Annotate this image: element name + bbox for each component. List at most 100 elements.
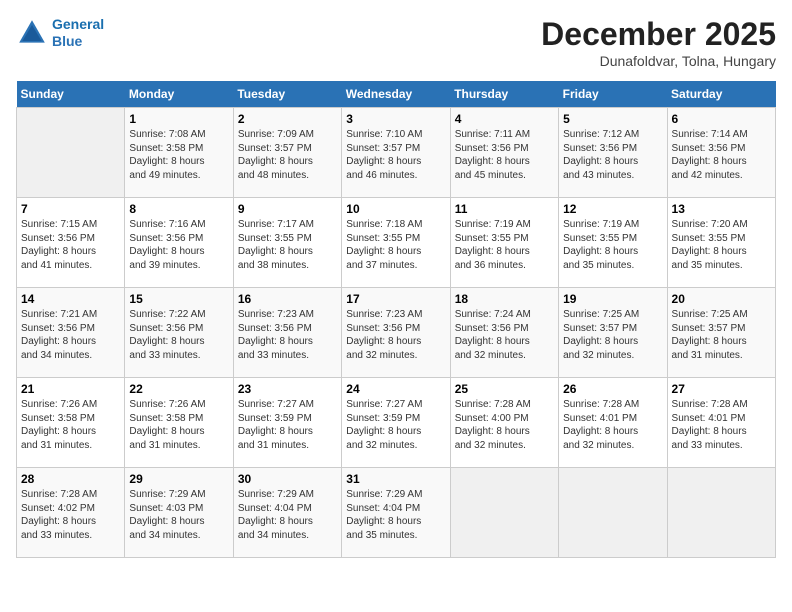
day-number: 27 [672,382,771,396]
day-info: Sunrise: 7:27 AMSunset: 3:59 PMDaylight:… [238,398,337,452]
calendar-cell: 7 Sunrise: 7:15 AMSunset: 3:56 PMDaylight… [17,198,125,288]
logo-line2: Blue [52,33,104,50]
calendar-cell [450,468,558,558]
day-info: Sunrise: 7:21 AMSunset: 3:56 PMDaylight:… [21,308,120,362]
logo-icon [16,17,48,49]
day-number: 19 [563,292,662,306]
calendar-cell [667,468,775,558]
calendar-cell: 20 Sunrise: 7:25 AMSunset: 3:57 PMDayligh… [667,288,775,378]
page-header: General Blue December 2025 Dunafoldvar, … [16,16,776,69]
calendar-week-row: 7 Sunrise: 7:15 AMSunset: 3:56 PMDaylight… [17,198,776,288]
calendar-cell: 9 Sunrise: 7:17 AMSunset: 3:55 PMDaylight… [233,198,341,288]
day-info: Sunrise: 7:12 AMSunset: 3:56 PMDaylight:… [563,128,662,182]
day-of-week-header: Sunday [17,81,125,108]
day-number: 23 [238,382,337,396]
day-info: Sunrise: 7:28 AMSunset: 4:00 PMDaylight:… [455,398,554,452]
day-number: 25 [455,382,554,396]
title-block: December 2025 Dunafoldvar, Tolna, Hungar… [541,16,776,69]
day-info: Sunrise: 7:27 AMSunset: 3:59 PMDaylight:… [346,398,445,452]
day-number: 18 [455,292,554,306]
calendar-cell [17,108,125,198]
day-number: 13 [672,202,771,216]
logo-line1: General [52,16,104,32]
calendar-cell: 16 Sunrise: 7:23 AMSunset: 3:56 PMDayligh… [233,288,341,378]
day-info: Sunrise: 7:20 AMSunset: 3:55 PMDaylight:… [672,218,771,272]
day-number: 29 [129,472,228,486]
day-info: Sunrise: 7:29 AMSunset: 4:03 PMDaylight:… [129,488,228,542]
day-number: 3 [346,112,445,126]
day-info: Sunrise: 7:19 AMSunset: 3:55 PMDaylight:… [455,218,554,272]
day-number: 24 [346,382,445,396]
day-number: 28 [21,472,120,486]
day-info: Sunrise: 7:22 AMSunset: 3:56 PMDaylight:… [129,308,228,362]
day-number: 9 [238,202,337,216]
day-info: Sunrise: 7:28 AMSunset: 4:02 PMDaylight:… [21,488,120,542]
calendar-cell: 14Sunrise: 7:21 AMSunset: 3:56 PMDayligh… [17,288,125,378]
calendar-cell: 22 Sunrise: 7:26 AMSunset: 3:58 PMDayligh… [125,378,233,468]
day-number: 2 [238,112,337,126]
calendar-table: SundayMondayTuesdayWednesdayThursdayFrid… [16,81,776,558]
logo: General Blue [16,16,104,50]
calendar-cell: 27 Sunrise: 7:28 AMSunset: 4:01 PMDayligh… [667,378,775,468]
day-info: Sunrise: 7:09 AMSunset: 3:57 PMDaylight:… [238,128,337,182]
day-info: Sunrise: 7:26 AMSunset: 3:58 PMDaylight:… [129,398,228,452]
calendar-cell: 29 Sunrise: 7:29 AMSunset: 4:03 PMDayligh… [125,468,233,558]
day-number: 10 [346,202,445,216]
day-number: 20 [672,292,771,306]
calendar-cell: 25 Sunrise: 7:28 AMSunset: 4:00 PMDayligh… [450,378,558,468]
day-number: 7 [21,202,120,216]
day-info: Sunrise: 7:08 AMSunset: 3:58 PMDaylight:… [129,128,228,182]
day-of-week-header: Monday [125,81,233,108]
day-info: Sunrise: 7:16 AMSunset: 3:56 PMDaylight:… [129,218,228,272]
calendar-cell: 31 Sunrise: 7:29 AMSunset: 4:04 PMDayligh… [342,468,450,558]
calendar-cell: 30Sunrise: 7:29 AMSunset: 4:04 PMDayligh… [233,468,341,558]
calendar-week-row: 14Sunrise: 7:21 AMSunset: 3:56 PMDayligh… [17,288,776,378]
logo-text: General Blue [52,16,104,50]
day-info: Sunrise: 7:29 AMSunset: 4:04 PMDaylight:… [346,488,445,542]
calendar-cell: 17Sunrise: 7:23 AMSunset: 3:56 PMDayligh… [342,288,450,378]
calendar-cell: 19Sunrise: 7:25 AMSunset: 3:57 PMDayligh… [559,288,667,378]
day-of-week-header: Wednesday [342,81,450,108]
day-number: 21 [21,382,120,396]
day-info: Sunrise: 7:18 AMSunset: 3:55 PMDaylight:… [346,218,445,272]
calendar-cell: 26Sunrise: 7:28 AMSunset: 4:01 PMDayligh… [559,378,667,468]
calendar-cell: 18 Sunrise: 7:24 AMSunset: 3:56 PMDayligh… [450,288,558,378]
calendar-cell: 2 Sunrise: 7:09 AMSunset: 3:57 PMDaylight… [233,108,341,198]
day-info: Sunrise: 7:15 AMSunset: 3:56 PMDaylight:… [21,218,120,272]
calendar-cell: 28 Sunrise: 7:28 AMSunset: 4:02 PMDayligh… [17,468,125,558]
day-number: 11 [455,202,554,216]
day-number: 30 [238,472,337,486]
calendar-cell: 15Sunrise: 7:22 AMSunset: 3:56 PMDayligh… [125,288,233,378]
calendar-week-row: 21 Sunrise: 7:26 AMSunset: 3:58 PMDayligh… [17,378,776,468]
calendar-cell: 10 Sunrise: 7:18 AMSunset: 3:55 PMDayligh… [342,198,450,288]
day-number: 16 [238,292,337,306]
calendar-cell: 11 Sunrise: 7:19 AMSunset: 3:55 PMDayligh… [450,198,558,288]
calendar-cell: 6Sunrise: 7:14 AMSunset: 3:56 PMDaylight… [667,108,775,198]
day-info: Sunrise: 7:23 AMSunset: 3:56 PMDaylight:… [346,308,445,362]
day-number: 22 [129,382,228,396]
day-number: 12 [563,202,662,216]
day-info: Sunrise: 7:28 AMSunset: 4:01 PMDaylight:… [563,398,662,452]
calendar-week-row: 28 Sunrise: 7:28 AMSunset: 4:02 PMDayligh… [17,468,776,558]
calendar-header-row: SundayMondayTuesdayWednesdayThursdayFrid… [17,81,776,108]
day-of-week-header: Thursday [450,81,558,108]
day-of-week-header: Tuesday [233,81,341,108]
day-info: Sunrise: 7:19 AMSunset: 3:55 PMDaylight:… [563,218,662,272]
calendar-cell: 1 Sunrise: 7:08 AMSunset: 3:58 PMDaylight… [125,108,233,198]
day-number: 31 [346,472,445,486]
location-subtitle: Dunafoldvar, Tolna, Hungary [541,53,776,69]
day-info: Sunrise: 7:24 AMSunset: 3:56 PMDaylight:… [455,308,554,362]
day-number: 5 [563,112,662,126]
calendar-cell: 8 Sunrise: 7:16 AMSunset: 3:56 PMDaylight… [125,198,233,288]
day-info: Sunrise: 7:25 AMSunset: 3:57 PMDaylight:… [672,308,771,362]
calendar-cell: 24 Sunrise: 7:27 AMSunset: 3:59 PMDayligh… [342,378,450,468]
calendar-cell: 5 Sunrise: 7:12 AMSunset: 3:56 PMDaylight… [559,108,667,198]
day-info: Sunrise: 7:28 AMSunset: 4:01 PMDaylight:… [672,398,771,452]
day-info: Sunrise: 7:23 AMSunset: 3:56 PMDaylight:… [238,308,337,362]
day-info: Sunrise: 7:14 AMSunset: 3:56 PMDaylight:… [672,128,771,182]
day-number: 8 [129,202,228,216]
day-info: Sunrise: 7:17 AMSunset: 3:55 PMDaylight:… [238,218,337,272]
day-info: Sunrise: 7:26 AMSunset: 3:58 PMDaylight:… [21,398,120,452]
day-info: Sunrise: 7:11 AMSunset: 3:56 PMDaylight:… [455,128,554,182]
day-number: 1 [129,112,228,126]
